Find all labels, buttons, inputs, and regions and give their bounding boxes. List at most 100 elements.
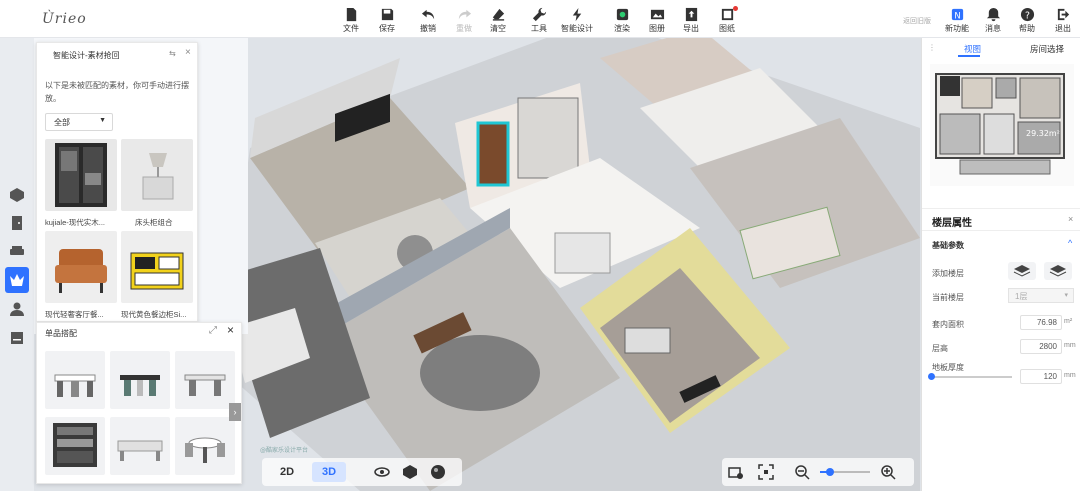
chevron-up-icon[interactable]: ^ bbox=[1068, 238, 1072, 248]
material-card-wardrobe[interactable] bbox=[45, 139, 117, 211]
export-icon bbox=[685, 7, 697, 22]
minimap[interactable]: 29.32m² bbox=[930, 64, 1074, 186]
set-thumb-dining-1[interactable] bbox=[45, 351, 105, 409]
save-button[interactable]: 保存 bbox=[372, 4, 402, 36]
material-card-label: 床头柜组合 bbox=[135, 218, 173, 227]
lightning-icon bbox=[572, 7, 581, 22]
material-card-nightstand[interactable] bbox=[121, 139, 193, 211]
undo-icon bbox=[421, 9, 434, 20]
material-recover-panel: 智能设计-素材抢回 ⇆ × 以下是未被匹配的素材，你可手动进行摆放。 全部 ▼ … bbox=[36, 42, 198, 322]
minimap-floorplan[interactable]: 29.32m² bbox=[930, 64, 1074, 186]
pin-icon[interactable]: ⇆ bbox=[169, 49, 176, 58]
album-button[interactable]: 图册 bbox=[642, 4, 672, 36]
tab-view[interactable]: 视图 bbox=[964, 43, 981, 55]
layers-down-icon bbox=[1049, 265, 1067, 277]
set-thumb-console[interactable] bbox=[110, 417, 170, 475]
messages-button[interactable]: 消息 bbox=[978, 4, 1008, 36]
door-icon bbox=[12, 216, 22, 230]
new-feature-icon: N bbox=[951, 8, 963, 20]
height-unit: mm bbox=[1064, 342, 1076, 349]
tab-room-select[interactable]: 房间选择 bbox=[1030, 43, 1064, 55]
file-icon bbox=[346, 7, 356, 22]
smart-design-button[interactable]: 智能设计 bbox=[561, 4, 593, 36]
inner-area-label: 套内面积 bbox=[932, 320, 964, 329]
back-to-old-version-link[interactable]: 返回旧版 bbox=[903, 16, 931, 26]
close-icon[interactable]: × bbox=[185, 47, 191, 58]
exit-button[interactable]: 退出 bbox=[1048, 4, 1078, 36]
set-thumb-dining-3[interactable] bbox=[175, 351, 235, 409]
dining-set-thumbnail bbox=[54, 374, 96, 397]
redo-button[interactable]: 重做 bbox=[449, 4, 479, 36]
export-button[interactable]: 导出 bbox=[676, 4, 706, 36]
undo-button[interactable]: 撤销 bbox=[413, 4, 443, 36]
set-thumb-dining-2[interactable] bbox=[110, 351, 170, 409]
rail-sofa[interactable] bbox=[5, 238, 29, 264]
material-filter-select[interactable]: 全部 ▼ bbox=[45, 113, 113, 131]
close-icon[interactable]: × bbox=[1068, 214, 1073, 224]
slab-thickness-field[interactable]: 120 bbox=[1020, 369, 1062, 384]
help-button[interactable]: ? 帮助 bbox=[1012, 4, 1042, 36]
render-button[interactable]: 渲染 bbox=[607, 4, 637, 36]
3d-view-button[interactable]: 3D bbox=[312, 462, 346, 482]
file-button[interactable]: 文件 bbox=[336, 4, 366, 36]
layers-up-icon bbox=[1013, 265, 1031, 277]
dining-set-thumbnail bbox=[184, 374, 226, 396]
material-card-label: 现代黄色餐边柜Si... bbox=[121, 310, 187, 319]
material-card-armchair[interactable] bbox=[45, 231, 117, 303]
rail-crown[interactable] bbox=[5, 267, 29, 293]
album-icon bbox=[650, 9, 664, 20]
cube-view-icon[interactable] bbox=[402, 464, 418, 480]
floorplan-3d-render[interactable]: @酷家乐设计平台 bbox=[200, 38, 920, 491]
add-floor-below-button[interactable] bbox=[1044, 262, 1072, 280]
floor-properties-title: 楼层属性 bbox=[932, 218, 972, 229]
material-ball-icon[interactable] bbox=[430, 464, 446, 480]
person-icon bbox=[10, 302, 24, 316]
expand-icon[interactable]: ⤢ bbox=[209, 325, 217, 336]
floor-height-field[interactable]: 2800 bbox=[1020, 339, 1062, 354]
camera-settings-icon[interactable] bbox=[728, 464, 744, 480]
next-arrow-button[interactable]: › bbox=[229, 403, 241, 421]
current-floor-select[interactable]: 1层 ▾ bbox=[1008, 288, 1074, 303]
caret-down-icon: ▼ bbox=[99, 117, 106, 124]
drawing-button[interactable]: 图纸 bbox=[712, 4, 742, 36]
zoom-out-icon[interactable] bbox=[794, 464, 810, 480]
eye-icon[interactable] bbox=[374, 464, 390, 480]
drag-handle-icon[interactable]: ⋮ bbox=[928, 43, 936, 52]
wardrobe-thumbnail bbox=[55, 143, 107, 207]
material-card-sideboard[interactable] bbox=[121, 231, 193, 303]
zoom-in-icon[interactable] bbox=[880, 464, 896, 480]
slab-thickness-handle[interactable] bbox=[928, 373, 935, 380]
3d-viewport[interactable]: @酷家乐设计平台 bbox=[200, 38, 920, 491]
thickness-unit: mm bbox=[1064, 372, 1076, 379]
material-panel-title: 智能设计-素材抢回 bbox=[53, 51, 120, 60]
2d-view-button[interactable]: 2D bbox=[270, 462, 304, 482]
active-tab-indicator bbox=[958, 55, 980, 57]
clear-button[interactable]: 清空 bbox=[483, 4, 513, 36]
set-thumb-cabinet[interactable] bbox=[45, 417, 105, 475]
close-icon[interactable]: × bbox=[227, 323, 234, 337]
wrench-icon bbox=[532, 7, 546, 22]
rail-cabinet[interactable] bbox=[5, 325, 29, 351]
add-floor-above-button[interactable] bbox=[1008, 262, 1036, 280]
inner-area-field[interactable]: 76.98 bbox=[1020, 315, 1062, 330]
svg-text:N: N bbox=[954, 10, 960, 20]
top-toolbar: Ùrieo 文件 保存 撤销 重做 清空 工具 智能设计 渲染 图册 导出 图纸… bbox=[0, 0, 1080, 38]
new-feature-button[interactable]: N 新功能 bbox=[942, 4, 972, 36]
rail-cube[interactable] bbox=[5, 182, 29, 208]
help-icon: ? bbox=[1020, 7, 1034, 21]
crown-icon bbox=[10, 274, 24, 286]
view-mode-bar: 2D 3D bbox=[262, 458, 462, 486]
rail-person[interactable] bbox=[5, 296, 29, 322]
divider bbox=[922, 230, 1080, 231]
set-thumb-round-table[interactable] bbox=[175, 417, 235, 475]
zoom-slider-handle[interactable] bbox=[826, 468, 834, 476]
eraser-icon bbox=[492, 8, 504, 21]
floor-height-label: 层高 bbox=[932, 344, 948, 353]
rail-door[interactable] bbox=[5, 210, 29, 236]
tools-button[interactable]: 工具 bbox=[524, 4, 554, 36]
cube-icon bbox=[10, 188, 24, 202]
dining-set-thumbnail bbox=[120, 375, 160, 396]
slab-thickness-label: 地板厚度 bbox=[932, 363, 964, 372]
fit-view-icon[interactable] bbox=[758, 464, 774, 480]
slab-thickness-slider[interactable] bbox=[932, 376, 1012, 378]
